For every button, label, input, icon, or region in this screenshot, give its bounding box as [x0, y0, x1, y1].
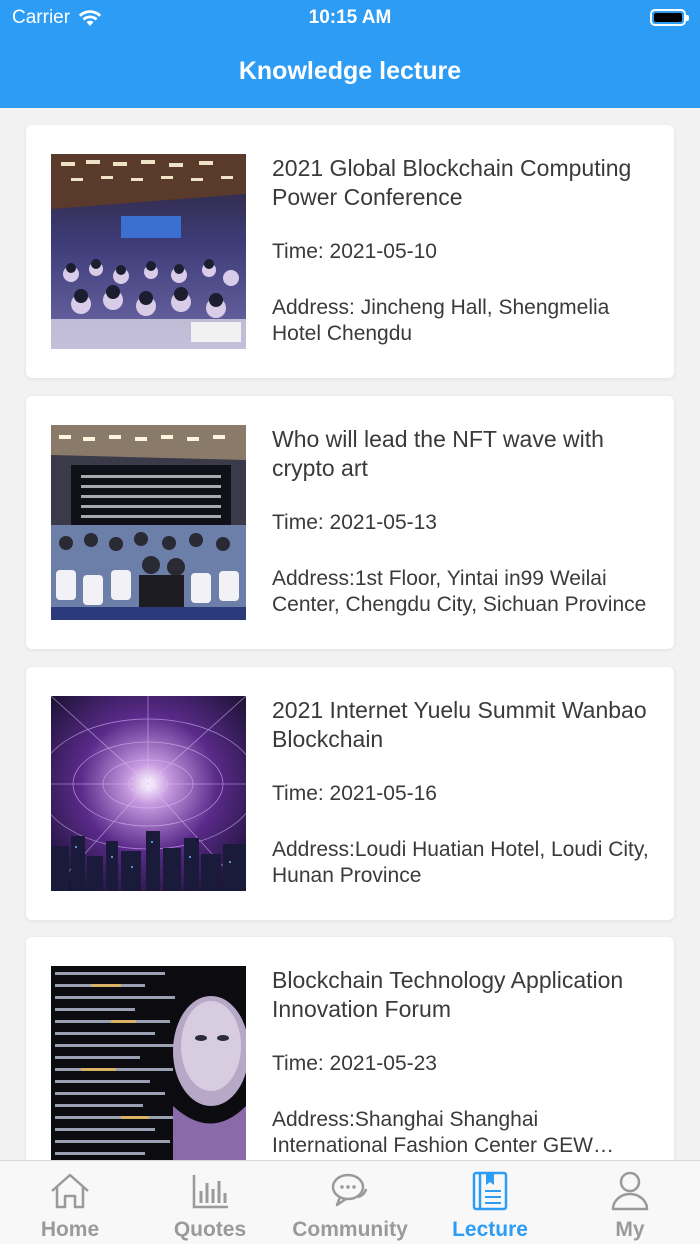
- lecture-time: Time: 2021-05-23: [272, 1052, 437, 1075]
- lecture-time: Time: 2021-05-10: [272, 240, 437, 263]
- book-icon: [472, 1171, 508, 1211]
- home-icon: [51, 1173, 89, 1209]
- tab-label: Community: [292, 1218, 408, 1241]
- status-bar: Carrier 10:15 AM: [0, 0, 700, 36]
- lecture-title: Blockchain Technology Application Innova…: [272, 967, 624, 1022]
- status-time: 10:15 AM: [308, 7, 392, 28]
- battery-icon: [650, 9, 689, 26]
- app-header: Carrier 10:15 AM Knowledge lecture: [0, 0, 700, 108]
- lecture-image: [51, 425, 246, 620]
- tab-my[interactable]: My: [560, 1161, 700, 1244]
- lecture-title: 2021 Internet Yuelu Summit Wanbao Blockc…: [272, 697, 647, 752]
- lecture-time: Time: 2021-05-16: [272, 782, 437, 805]
- tab-label: Lecture: [452, 1218, 528, 1241]
- tab-label: Home: [40, 1218, 100, 1241]
- lecture-address: Address:1st Floor, Yintai in99 Weilai Ce…: [272, 567, 647, 616]
- chat-icon: [331, 1173, 368, 1207]
- tab-bar: Home Quotes Community Lecture My: [0, 1160, 700, 1244]
- lecture-address: Address:Shanghai Shanghai International …: [272, 1108, 593, 1157]
- tab-quotes[interactable]: Quotes: [140, 1161, 280, 1244]
- person-icon: [611, 1171, 649, 1211]
- lecture-address: Address: Jincheng Hall, Shengmelia Hotel…: [272, 296, 610, 345]
- tab-home[interactable]: Home: [0, 1161, 140, 1244]
- lecture-image: [51, 966, 246, 1160]
- lecture-list[interactable]: 2021 Global Blockchain Computing Power C…: [0, 108, 700, 1160]
- tab-community[interactable]: Community: [280, 1161, 420, 1244]
- tab-label: Quotes: [173, 1218, 247, 1241]
- lecture-card[interactable]: Who will lead the NFT wave with crypto a…: [26, 396, 674, 649]
- chart-icon: [192, 1175, 228, 1209]
- lecture-image: [51, 696, 246, 891]
- page-title: Knowledge lecture: [238, 57, 462, 85]
- lecture-card[interactable]: 2021 Global Blockchain Computing Power C…: [26, 125, 674, 378]
- lecture-address: Address:Loudi Huatian Hotel, Loudi City,…: [272, 838, 649, 887]
- lecture-card[interactable]: 2021 Internet Yuelu Summit Wanbao Blockc…: [26, 667, 674, 920]
- tab-label: My: [615, 1218, 645, 1241]
- lecture-time: Time: 2021-05-13: [272, 511, 437, 534]
- lecture-title: Who will lead the NFT wave with crypto a…: [272, 426, 604, 481]
- tab-lecture[interactable]: Lecture: [420, 1161, 560, 1244]
- lecture-image: [51, 154, 246, 349]
- lecture-title: 2021 Global Blockchain Computing Power C…: [272, 155, 632, 210]
- lecture-card[interactable]: Blockchain Technology Application Innova…: [26, 937, 674, 1160]
